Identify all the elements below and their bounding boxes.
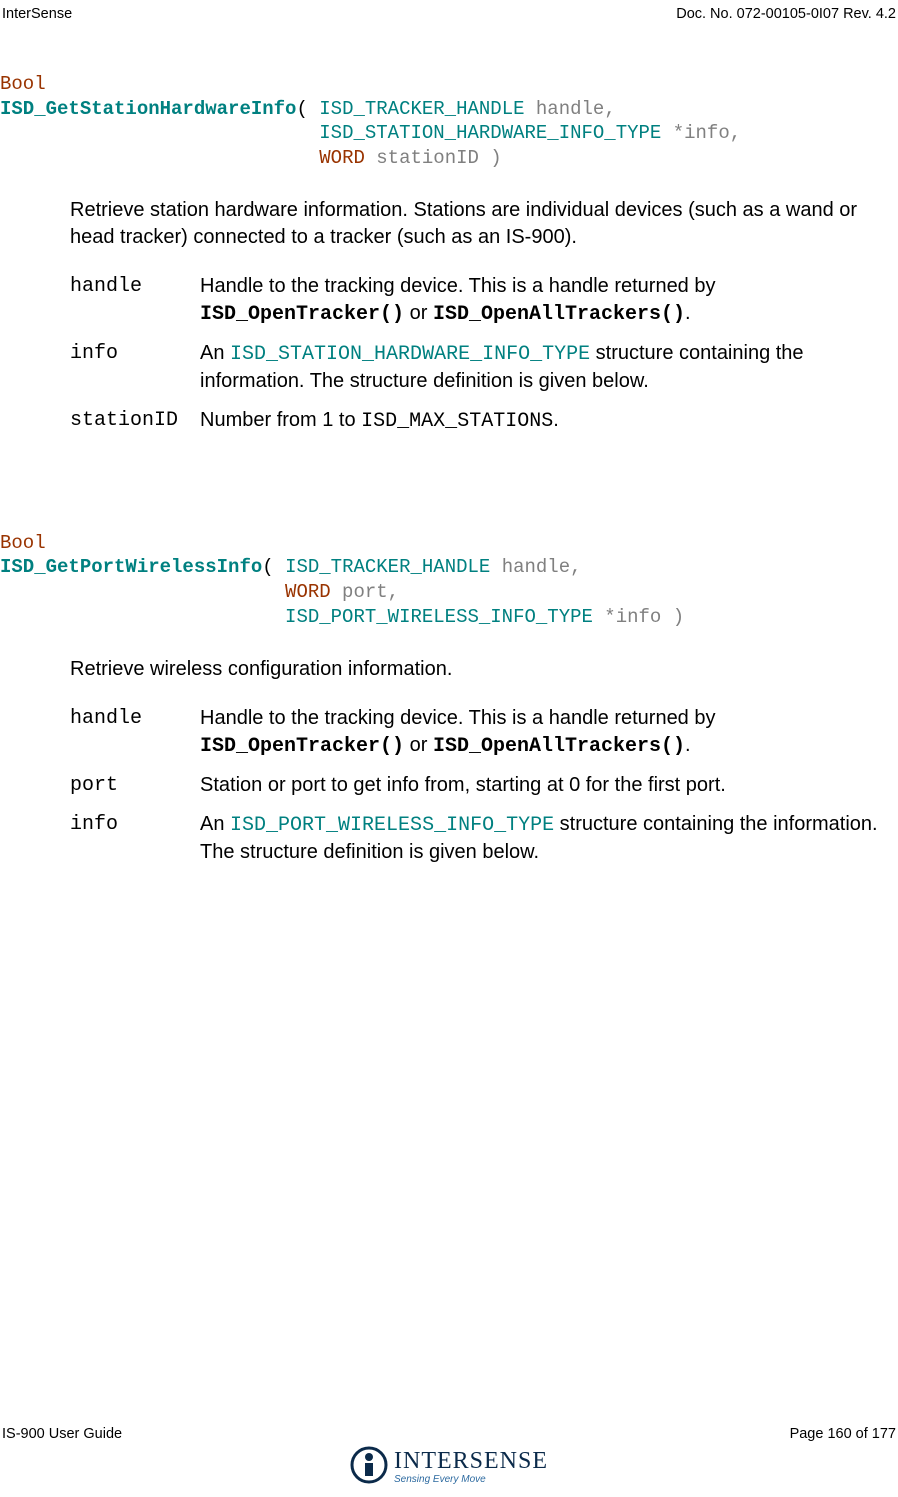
code: ISD_OpenAllTrackers() bbox=[433, 303, 685, 326]
param-text: An ISD_PORT_WIRELESS_INFO_TYPE structure… bbox=[200, 811, 890, 866]
param-row: info An ISD_PORT_WIRELESS_INFO_TYPE stru… bbox=[70, 811, 890, 866]
logo-icon bbox=[350, 1446, 388, 1487]
page-content: Bool ISD_GetStationHardwareInfo( ISD_TRA… bbox=[0, 22, 898, 866]
func2-description: Retrieve wireless configuration informat… bbox=[70, 656, 860, 683]
func1-return-type: Bool bbox=[0, 73, 46, 95]
header-right: Doc. No. 072-00105-0I07 Rev. 4.2 bbox=[676, 6, 896, 22]
code: ISD_MAX_STATIONS bbox=[361, 410, 553, 433]
text: . bbox=[685, 302, 691, 324]
func1-p2-type: ISD_STATION_HARDWARE_INFO_TYPE bbox=[319, 122, 661, 144]
page-header: InterSense Doc. No. 072-00105-0I07 Rev. … bbox=[0, 0, 898, 22]
param-name: handle bbox=[70, 705, 200, 732]
code: ISD_OpenTracker() bbox=[200, 735, 404, 758]
param-row: port Station or port to get info from, s… bbox=[70, 772, 890, 799]
func1-p2-name: *info, bbox=[661, 122, 741, 144]
func1-params: handle Handle to the tracking device. Th… bbox=[70, 273, 890, 435]
code: ISD_PORT_WIRELESS_INFO_TYPE bbox=[230, 814, 554, 837]
param-text: Handle to the tracking device. This is a… bbox=[200, 705, 890, 760]
text: Handle to the tracking device. This is a… bbox=[200, 707, 716, 729]
text: Handle to the tracking device. This is a… bbox=[200, 275, 716, 297]
func2-params: handle Handle to the tracking device. Th… bbox=[70, 705, 890, 866]
text: . bbox=[685, 734, 691, 756]
code: ISD_STATION_HARDWARE_INFO_TYPE bbox=[230, 343, 590, 366]
func2-p3-name: *info ) bbox=[593, 606, 684, 628]
param-text: Handle to the tracking device. This is a… bbox=[200, 273, 890, 328]
text: . bbox=[553, 409, 559, 431]
header-left: InterSense bbox=[2, 6, 72, 22]
param-name: port bbox=[70, 772, 200, 799]
text: Number from 1 to bbox=[200, 409, 361, 431]
logo-text: INTERSENSE Sensing Every Move bbox=[394, 1449, 548, 1485]
open-paren: ( bbox=[296, 98, 319, 120]
func2-p3-type: ISD_PORT_WIRELESS_INFO_TYPE bbox=[285, 606, 593, 628]
text: or bbox=[404, 734, 433, 756]
code: ISD_OpenTracker() bbox=[200, 303, 404, 326]
func1-signature: Bool ISD_GetStationHardwareInfo( ISD_TRA… bbox=[0, 72, 898, 171]
param-text: Station or port to get info from, starti… bbox=[200, 772, 890, 799]
func1-p3-name: stationID ) bbox=[365, 147, 502, 169]
param-text: An ISD_STATION_HARDWARE_INFO_TYPE struct… bbox=[200, 340, 890, 395]
func2-p1-name: handle, bbox=[490, 556, 581, 578]
func1-name: ISD_GetStationHardwareInfo bbox=[0, 98, 296, 120]
text: Station or port to get info from, starti… bbox=[200, 774, 726, 796]
func1-description: Retrieve station hardware information. S… bbox=[70, 197, 860, 251]
code: ISD_OpenAllTrackers() bbox=[433, 735, 685, 758]
logo-tagline: Sensing Every Move bbox=[394, 1475, 548, 1485]
func2-p2-type: WORD bbox=[285, 581, 331, 603]
func2-signature: Bool ISD_GetPortWirelessInfo( ISD_TRACKE… bbox=[0, 531, 898, 630]
footer-left: IS-900 User Guide bbox=[2, 1426, 122, 1442]
param-row: info An ISD_STATION_HARDWARE_INFO_TYPE s… bbox=[70, 340, 890, 395]
func1-p3-type: WORD bbox=[319, 147, 365, 169]
intersense-logo: INTERSENSE Sensing Every Move bbox=[2, 1446, 896, 1487]
text: An bbox=[200, 813, 230, 835]
param-text: Number from 1 to ISD_MAX_STATIONS. bbox=[200, 407, 890, 435]
logo-main: INTERSENSE bbox=[394, 1449, 548, 1473]
param-name: handle bbox=[70, 273, 200, 300]
param-name: stationID bbox=[70, 407, 200, 434]
param-row: stationID Number from 1 to ISD_MAX_STATI… bbox=[70, 407, 890, 435]
func1-p1-name: handle, bbox=[525, 98, 616, 120]
param-name: info bbox=[70, 811, 200, 838]
param-row: handle Handle to the tracking device. Th… bbox=[70, 705, 890, 760]
param-row: handle Handle to the tracking device. Th… bbox=[70, 273, 890, 328]
text: An bbox=[200, 342, 230, 364]
func2-p1-type: ISD_TRACKER_HANDLE bbox=[285, 556, 490, 578]
func2-return-type: Bool bbox=[0, 532, 46, 554]
open-paren: ( bbox=[262, 556, 285, 578]
func2-p2-name: port, bbox=[331, 581, 399, 603]
footer-right: Page 160 of 177 bbox=[790, 1426, 896, 1442]
text: or bbox=[404, 302, 433, 324]
func1-p1-type: ISD_TRACKER_HANDLE bbox=[319, 98, 524, 120]
page-footer: IS-900 User Guide Page 160 of 177 INTERS… bbox=[0, 1426, 898, 1487]
param-name: info bbox=[70, 340, 200, 367]
func2-name: ISD_GetPortWirelessInfo bbox=[0, 556, 262, 578]
